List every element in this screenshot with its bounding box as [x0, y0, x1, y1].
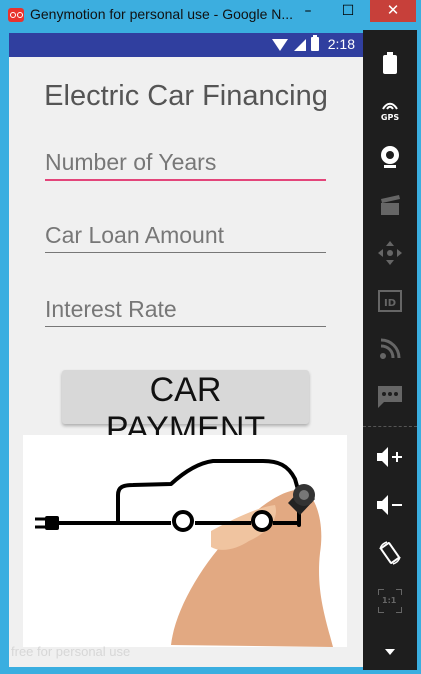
gps-icon[interactable]: GPS [363, 88, 417, 134]
pixel-perfect-label: 1:1 [382, 596, 397, 605]
interest-rate-field[interactable] [45, 292, 326, 327]
close-button[interactable]: ✕ [370, 0, 416, 22]
android-status-bar: 2:18 [9, 33, 363, 57]
wifi-icon [272, 39, 288, 51]
sms-icon[interactable] [363, 374, 417, 420]
car-illustration [35, 459, 333, 647]
rotate-icon[interactable] [363, 530, 417, 576]
window-title: Genymotion for personal use - Google N..… [30, 6, 294, 22]
webcam-icon[interactable] [363, 134, 417, 180]
years-input[interactable] [45, 145, 326, 179]
minimize-button[interactable]: – [293, 0, 323, 22]
status-time: 2:18 [327, 36, 355, 52]
car-payment-button[interactable]: CAR PAYMENT [62, 370, 309, 448]
maximize-button[interactable]: ☐ [333, 0, 363, 22]
volume-up-icon[interactable] [363, 434, 417, 480]
window-titlebar[interactable]: Genymotion for personal use - Google N..… [0, 0, 421, 30]
loan-amount-input[interactable] [45, 218, 326, 252]
battery-icon[interactable] [363, 40, 417, 86]
gps-label: GPS [380, 112, 400, 122]
capture-icon[interactable] [363, 182, 417, 228]
electric-car-image [23, 435, 347, 647]
dpad-icon[interactable] [363, 230, 417, 276]
interest-rate-input[interactable] [45, 292, 326, 326]
watermark-text: free for personal use [11, 644, 131, 659]
id-icon[interactable]: ID [363, 278, 417, 324]
id-label: ID [383, 298, 397, 309]
genymotion-toolbar: GPS ID 1:1 [363, 30, 417, 670]
signal-icon [294, 39, 306, 51]
cast-icon[interactable] [363, 326, 417, 372]
android-screen: 2:18 Electric Car Financing CAR PAYMENT [9, 33, 363, 667]
page-title: Electric Car Financing [44, 80, 328, 112]
emulator-window: Genymotion for personal use - Google N..… [0, 0, 421, 674]
loan-amount-field[interactable] [45, 218, 326, 253]
battery-icon [311, 35, 319, 51]
genymotion-logo-icon [8, 8, 24, 22]
scroll-down-icon[interactable] [363, 642, 417, 662]
volume-down-icon[interactable] [363, 482, 417, 528]
years-field[interactable] [45, 145, 326, 181]
toolbar-divider [363, 426, 417, 428]
pixel-perfect-icon[interactable]: 1:1 [363, 578, 417, 624]
